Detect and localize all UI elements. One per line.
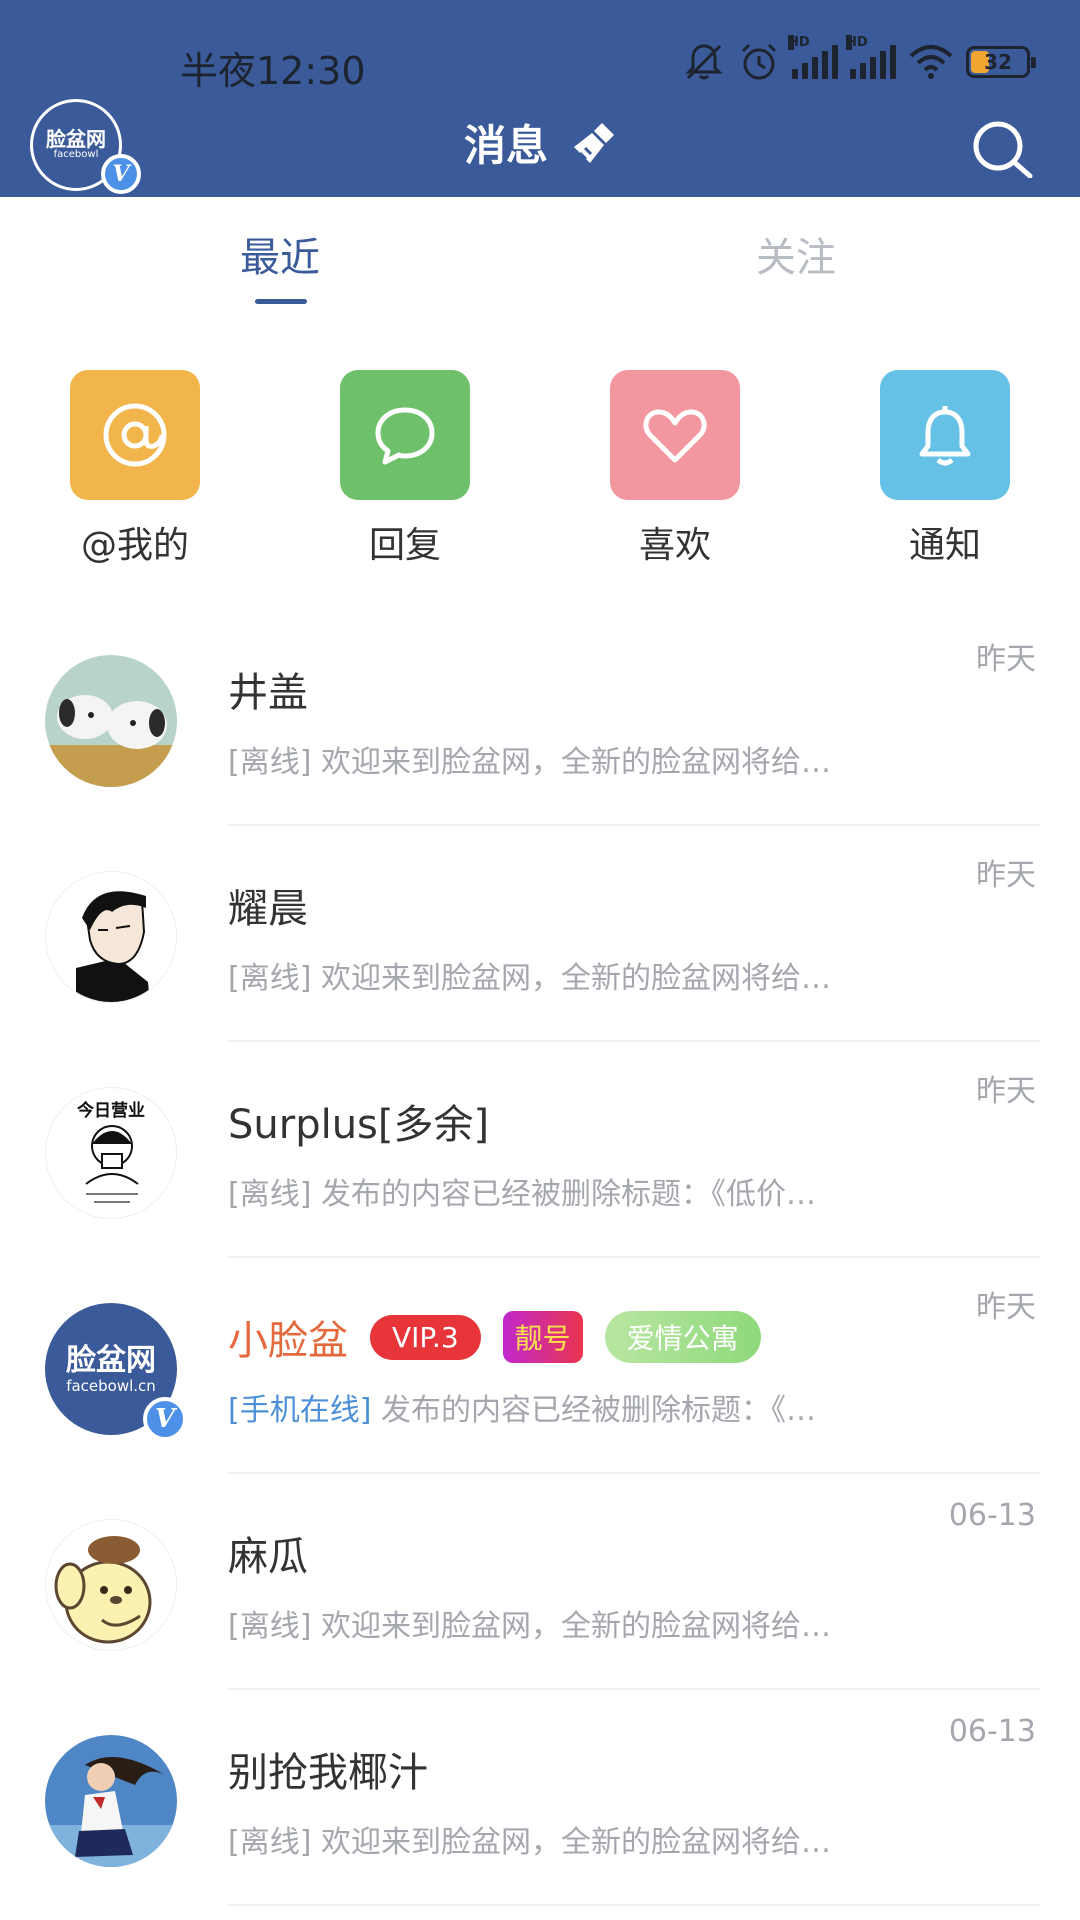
battery-level: 32 [984,50,1012,74]
conversation-row[interactable]: 麻瓜 [离线] 欢迎来到脸盆网，全新的脸盆网将给… 06-13 [0,1474,1080,1690]
message-preview: 欢迎来到脸盆网，全新的脸盆网将给… [320,961,831,996]
online-status: [离线] [228,745,312,780]
quick-action-notify[interactable]: 通知 [845,370,1045,568]
conversation-row[interactable]: 别抢我椰汁 [离线] 欢迎来到脸盆网，全新的脸盆网将给… 06-13 [0,1690,1080,1906]
quick-action-label: 喜欢 [638,525,711,566]
message-preview: 发布的内容已经被删除标题：《低价… [320,1177,816,1212]
signal-icon: HD [846,35,896,79]
alarm-icon [741,43,777,80]
conversation-preview: [离线] 欢迎来到脸盆网，全新的脸盆网将给… [228,737,831,781]
tab-recent[interactable]: 最近 [240,225,320,283]
group-badge: 爱情公寓 [604,1311,761,1363]
conversation-time: 06-13 [948,1714,1036,1749]
conversation-time: 昨天 [976,858,1036,893]
tab-follow[interactable]: 关注 [756,225,836,283]
avatar: 今日营业 [45,1087,177,1219]
avatar-logo-subtext: facebowl.cn [66,1376,156,1395]
conversation-preview: [离线] 欢迎来到脸盆网，全新的脸盆网将给… [228,1817,831,1861]
premium-id-badge: 靓号 [502,1311,583,1363]
online-status: [离线] [228,961,312,996]
conversation-row[interactable]: 脸盆网 facebowl.cn V 小脸盆 VIP.3 靓号 爱情公寓 [手机在… [0,1258,1080,1474]
conversation-time: 昨天 [976,1290,1036,1325]
avatar [45,1519,177,1651]
online-status: [离线] [228,1177,312,1212]
conversation-name: 井﻿盖 [228,670,308,716]
bell-icon [919,406,971,466]
chat-bubble-icon [375,407,435,465]
broom-icon[interactable] [572,121,616,165]
conversation-name: Surplus[多余] [228,1102,490,1148]
status-icons: HD HD 32 [682,35,1036,84]
app-header: 半夜12:30 HD HD 32 脸盆网 facebowl V 消息 [0,0,1080,197]
quick-action-label: 通知 [908,525,981,566]
quick-actions: @我的 回复 喜欢 通知 [0,370,1080,570]
vip-level-badge: VIP.3 [370,1314,481,1360]
conversation-row[interactable]: 耀晨 [离线] 欢迎来到脸盆网，全新的脸盆网将给… 昨天 [0,826,1080,1042]
search-icon[interactable] [970,118,1040,178]
page-title: 消息 [463,121,548,170]
conversation-time: 昨天 [976,1074,1036,1109]
message-preview: 欢迎来到脸盆网，全新的脸盆网将给… [320,1609,831,1644]
conversation-name: 麻瓜 [228,1534,308,1580]
quick-action-like[interactable]: 喜欢 [575,370,775,568]
verified-badge: V [143,1397,187,1441]
conversation-name: 耀晨 [228,886,308,932]
conversation-row[interactable]: 今日营业 Surplus[多余] [离线] 发布的内容已经被删除标题：《低价… … [0,1042,1080,1258]
avatar [45,871,177,1003]
tab-active-indicator [255,299,307,304]
conversation-name: 小脸盆 VIP.3 靓号 爱情公寓 [228,1308,761,1366]
vip-name: 小脸盆 [228,1318,348,1364]
message-preview: 发布的内容已经被删除标题：《… [380,1393,816,1428]
conversation-time: 06-13 [948,1498,1036,1533]
online-status: [离线] [228,1825,312,1860]
avatar-logo-text: 脸盆网 [66,1342,156,1378]
avatar: 脸盆网 facebowl.cn V [45,1303,187,1441]
quick-action-label: 回复 [368,525,441,566]
quick-action-at-me[interactable]: @我的 [35,370,235,568]
status-time: 半夜12:30 [180,49,366,93]
online-status: [手机在线] [228,1393,372,1428]
conversation-time: 昨天 [976,642,1036,677]
signal-icon: HD [788,35,838,79]
battery-icon: 32 [966,46,1036,78]
message-preview: 欢迎来到脸盆网，全新的脸盆网将给… [320,1825,831,1860]
conversation-name: 别抢我椰汁 [228,1750,428,1796]
conversation-row[interactable]: 井﻿盖﻿ [离线] 欢迎来到脸盆网，全新的脸盆网将给… 昨天 [0,610,1080,826]
at-icon [103,403,167,467]
conversation-preview: [离线] 发布的内容已经被删除标题：《低价… [228,1169,816,1213]
conversation-preview: [离线] 欢迎来到脸盆网，全新的脸盆网将给… [228,1601,831,1645]
mute-icon [685,44,723,80]
wifi-icon [909,45,953,79]
conversation-preview: [离线] 欢迎来到脸盆网，全新的脸盆网将给… [228,953,831,997]
divider [228,1904,1040,1906]
quick-action-reply[interactable]: 回复 [305,370,505,568]
tab-bar: 最近 关注 [0,197,1080,317]
avatar [45,1735,177,1867]
conversation-preview: [手机在线] 发布的内容已经被删除标题：《… [228,1385,816,1429]
heart-icon [643,409,707,463]
online-status: [离线] [228,1609,312,1644]
avatar [45,655,177,787]
message-preview: 欢迎来到脸盆网，全新的脸盆网将给… [320,745,831,780]
quick-action-label: @我的 [80,525,189,566]
